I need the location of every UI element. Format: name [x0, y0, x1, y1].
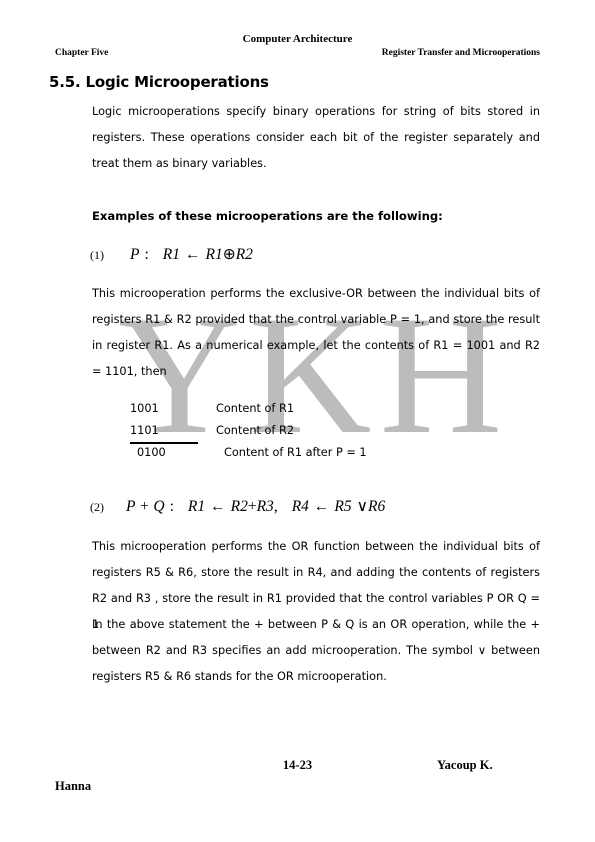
page-footer: 14-23 Yacoup K. Hanna: [0, 758, 595, 818]
formula-2-number: (2): [90, 500, 104, 514]
formula-2-condition: P + Q: [126, 498, 165, 515]
formula-1-dest: R1: [162, 246, 180, 263]
formula-1-number: (1): [90, 248, 104, 262]
running-head-center-title: Computer Architecture: [242, 33, 353, 45]
examples-heading: Examples of these microoperations are th…: [92, 209, 443, 223]
formula-1-condition: P: [130, 246, 140, 263]
table-row: 1001 Content of R1: [130, 398, 367, 420]
document-page: YKH Computer Architecture Chapter Five R…: [0, 0, 595, 842]
formula-1-xor-icon: ⊕: [222, 246, 236, 263]
formula-2-plus-icon: +: [247, 498, 257, 515]
formula-2-dest-1: R1: [187, 498, 206, 515]
formula-1-operand-right: R2: [235, 246, 253, 263]
formula-2-dest-2: R4: [291, 498, 309, 515]
formula-1-expression: P: R1 ← R1⊕R2: [130, 245, 253, 264]
table-row: 1101 Content of R2: [130, 420, 367, 444]
xor-explanation-paragraph: This microoperation performs the exclusi…: [92, 287, 540, 378]
formula-2-operand-1-left: R2: [230, 498, 248, 515]
binary-example-table: 1001 Content of R1 1101 Content of R2 0100…: [130, 398, 367, 464]
binary-value: 0100: [137, 446, 166, 459]
binary-value: 1101: [130, 420, 198, 444]
formula-1-arrow-icon: ←: [185, 246, 201, 263]
formula-2-comma: ,: [273, 498, 278, 515]
formula-2-or-icon: ∨: [356, 498, 368, 515]
table-row: 0100 Content of R1 after P = 1: [130, 442, 367, 464]
formula-2-operand-2-left: R5: [334, 498, 352, 515]
section-heading: 5.5. Logic Microoperations: [49, 73, 269, 91]
running-head: Computer Architecture Chapter Five Regis…: [0, 0, 595, 70]
intro-paragraph: Logic microoperations specify binary ope…: [92, 105, 540, 170]
formula-2-arrow-1-icon: ←: [210, 498, 226, 515]
footer-author: Yacoup K.: [437, 758, 493, 772]
formula-1-operand-left: R1: [205, 246, 223, 263]
formula-1-colon: :: [144, 246, 149, 263]
formula-2-operand-1-right: R3: [256, 498, 274, 515]
footer-page-number: 14-23: [282, 758, 313, 772]
or-explanation-tail-paragraph: In the above statement the + between P &…: [92, 618, 540, 683]
formula-1: (1) P: R1 ← R1⊕R2: [90, 245, 253, 264]
formula-2-colon: :: [169, 498, 174, 515]
binary-label: Content of R1: [216, 402, 295, 415]
formula-2: (2) P + Q: R1 ← R2+R3, R4 ← R5 ∨R6: [90, 497, 385, 516]
footer-author-continued: Hanna: [55, 779, 92, 793]
formula-2-operand-2-right: R6: [367, 498, 386, 515]
binary-label: Content of R1 after P = 1: [224, 446, 367, 459]
formula-2-expression: P + Q: R1 ← R2+R3, R4 ← R5 ∨R6: [126, 497, 385, 516]
running-head-chapter: Chapter Five: [55, 48, 109, 58]
running-head-topic: Register Transfer and Microoperations: [381, 48, 540, 58]
binary-label: Content of R2: [216, 424, 295, 437]
binary-value: 1001: [130, 402, 159, 415]
formula-2-arrow-2-icon: ←: [313, 498, 330, 515]
